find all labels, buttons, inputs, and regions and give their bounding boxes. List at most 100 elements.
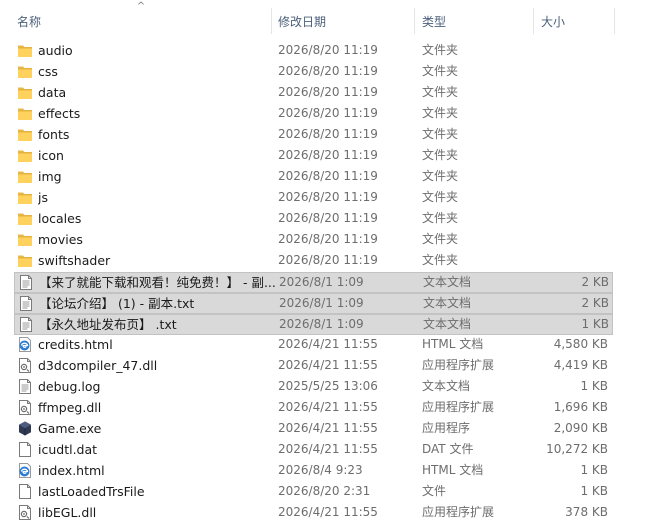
folder-icon [17, 252, 33, 269]
file-modified-date: 2026/8/1 1:09 [279, 317, 364, 331]
file-size: 1 KB [580, 484, 608, 498]
file-size: 1 KB [581, 317, 609, 331]
blank-file-icon [17, 483, 33, 500]
file-size [534, 146, 608, 165]
file-row[interactable]: ffmpeg.dll 2026/4/21 11:55 应用程序扩展 1,696 KB [14, 398, 613, 419]
folder-icon [17, 168, 33, 185]
file-modified-date: 2026/8/20 11:19 [278, 232, 378, 246]
dll-file-icon [17, 399, 33, 416]
file-row[interactable]: 【来了就能下载和观看！纯免费！】 - 副... 2026/8/1 1:09 文本文档… [14, 272, 613, 293]
file-modified-date: 2026/8/20 11:19 [278, 190, 378, 204]
file-name: index.html [38, 463, 105, 478]
file-size: 4,580 KB [553, 337, 608, 351]
file-row[interactable]: fonts 2026/8/20 11:19 文件夹 [14, 125, 613, 146]
folder-icon [17, 189, 33, 206]
file-type: 文件夹 [422, 106, 459, 120]
file-type: 文件 [422, 484, 447, 498]
file-row[interactable]: credits.html 2026/4/21 11:55 HTML 文档 4,580 … [14, 335, 613, 356]
file-type: 文件夹 [422, 190, 459, 204]
file-row[interactable]: Game.exe 2026/4/21 11:55 应用程序 2,090 KB [14, 419, 613, 440]
file-row[interactable]: 【论坛介绍】 (1) - 副本.txt 2026/8/1 1:09 文本文档 2 KB [14, 293, 613, 314]
file-row[interactable]: js 2026/8/20 11:19 文件夹 [14, 188, 613, 209]
file-type: 文件夹 [422, 169, 459, 183]
file-modified-date: 2026/4/21 11:55 [278, 505, 378, 519]
file-modified-date: 2026/8/20 11:19 [278, 85, 378, 99]
file-size: 10,272 KB [546, 442, 608, 456]
file-type: 应用程序扩展 [422, 358, 495, 372]
file-size [534, 209, 608, 228]
file-row[interactable]: icudtl.dat 2026/4/21 11:55 DAT 文件 10,272 KB [14, 440, 613, 461]
file-modified-date: 2026/8/20 11:19 [278, 253, 378, 267]
folder-icon [17, 42, 33, 59]
folder-icon [17, 105, 33, 122]
file-row[interactable]: swiftshader 2026/8/20 11:19 文件夹 [14, 251, 613, 272]
column-header-name[interactable]: 名称 [17, 14, 41, 30]
text-file-icon [18, 274, 34, 291]
file-type: 文件夹 [422, 232, 459, 246]
file-size [534, 167, 608, 186]
file-modified-date: 2026/8/20 11:19 [278, 64, 378, 78]
file-row[interactable]: debug.log 2025/5/25 13:06 文本文档 1 KB [14, 377, 613, 398]
file-type: 文件夹 [422, 148, 459, 162]
sort-ascending-icon: ^ [136, 1, 146, 12]
edge-html-icon [17, 336, 33, 353]
file-row[interactable]: d3dcompiler_47.dll 2026/4/21 11:55 应用程序扩展 4… [14, 356, 613, 377]
file-modified-date: 2026/4/21 11:55 [278, 400, 378, 414]
file-row[interactable]: libEGL.dll 2026/4/21 11:55 应用程序扩展 378 KB [14, 503, 613, 524]
file-row[interactable]: lastLoadedTrsFile 2026/8/20 2:31 文件 1 KB [14, 482, 613, 503]
folder-icon [17, 231, 33, 248]
file-type: 文件夹 [422, 64, 459, 78]
file-modified-date: 2026/8/20 11:19 [278, 43, 378, 57]
dll-file-icon [17, 357, 33, 374]
column-divider[interactable] [614, 8, 615, 34]
file-row[interactable]: movies 2026/8/20 11:19 文件夹 [14, 230, 613, 251]
file-name: 【来了就能下载和观看！纯免费！】 - 副... [39, 275, 276, 290]
file-type: 文件夹 [422, 85, 459, 99]
file-type: 文件夹 [422, 127, 459, 141]
file-row[interactable]: effects 2026/8/20 11:19 文件夹 [14, 104, 613, 125]
file-size [534, 188, 608, 207]
file-modified-date: 2026/8/20 2:31 [278, 484, 371, 498]
file-row[interactable]: locales 2026/8/20 11:19 文件夹 [14, 209, 613, 230]
file-modified-date: 2025/5/25 13:06 [278, 379, 378, 393]
file-size [534, 41, 608, 60]
column-header-date[interactable]: 修改日期 [278, 14, 326, 30]
column-divider[interactable] [414, 8, 415, 34]
folder-icon [17, 84, 33, 101]
column-header-type[interactable]: 类型 [422, 14, 446, 30]
file-name: d3dcompiler_47.dll [38, 358, 158, 373]
file-size [534, 104, 608, 123]
file-modified-date: 2026/8/20 11:19 [278, 148, 378, 162]
folder-icon [17, 126, 33, 143]
file-name: swiftshader [38, 253, 111, 268]
file-type: 文本文档 [422, 379, 471, 393]
file-type: 应用程序扩展 [422, 505, 495, 519]
file-modified-date: 2026/8/4 9:23 [278, 463, 363, 477]
file-row[interactable]: index.html 2026/8/4 9:23 HTML 文档 1 KB [14, 461, 613, 482]
file-row[interactable]: icon 2026/8/20 11:19 文件夹 [14, 146, 613, 167]
column-header-size[interactable]: 大小 [541, 14, 565, 30]
blank-file-icon [17, 441, 33, 458]
file-size: 1 KB [580, 463, 608, 477]
file-name: movies [38, 232, 83, 247]
file-name: ffmpeg.dll [38, 400, 102, 415]
file-row[interactable]: css 2026/8/20 11:19 文件夹 [14, 62, 613, 83]
file-name: img [38, 169, 62, 184]
file-size [534, 125, 608, 144]
file-row[interactable]: 【永久地址发布页】 .txt 2026/8/1 1:09 文本文档 1 KB [14, 314, 613, 335]
file-modified-date: 2026/8/20 11:19 [278, 127, 378, 141]
file-type: HTML 文档 [422, 463, 484, 477]
file-type: 文本文档 [423, 317, 472, 331]
column-divider[interactable] [533, 8, 534, 34]
text-file-icon [18, 316, 34, 333]
text-file-icon [18, 295, 34, 312]
file-size: 1,696 KB [553, 400, 608, 414]
file-type: 文件夹 [422, 43, 459, 57]
column-divider[interactable] [271, 8, 272, 34]
file-name: 【论坛介绍】 (1) - 副本.txt [39, 296, 195, 311]
file-row[interactable]: img 2026/8/20 11:19 文件夹 [14, 167, 613, 188]
text-file-icon [17, 378, 33, 395]
file-row[interactable]: audio 2026/8/20 11:19 文件夹 [14, 41, 613, 62]
file-row[interactable]: data 2026/8/20 11:19 文件夹 [14, 83, 613, 104]
file-name: data [38, 85, 67, 100]
